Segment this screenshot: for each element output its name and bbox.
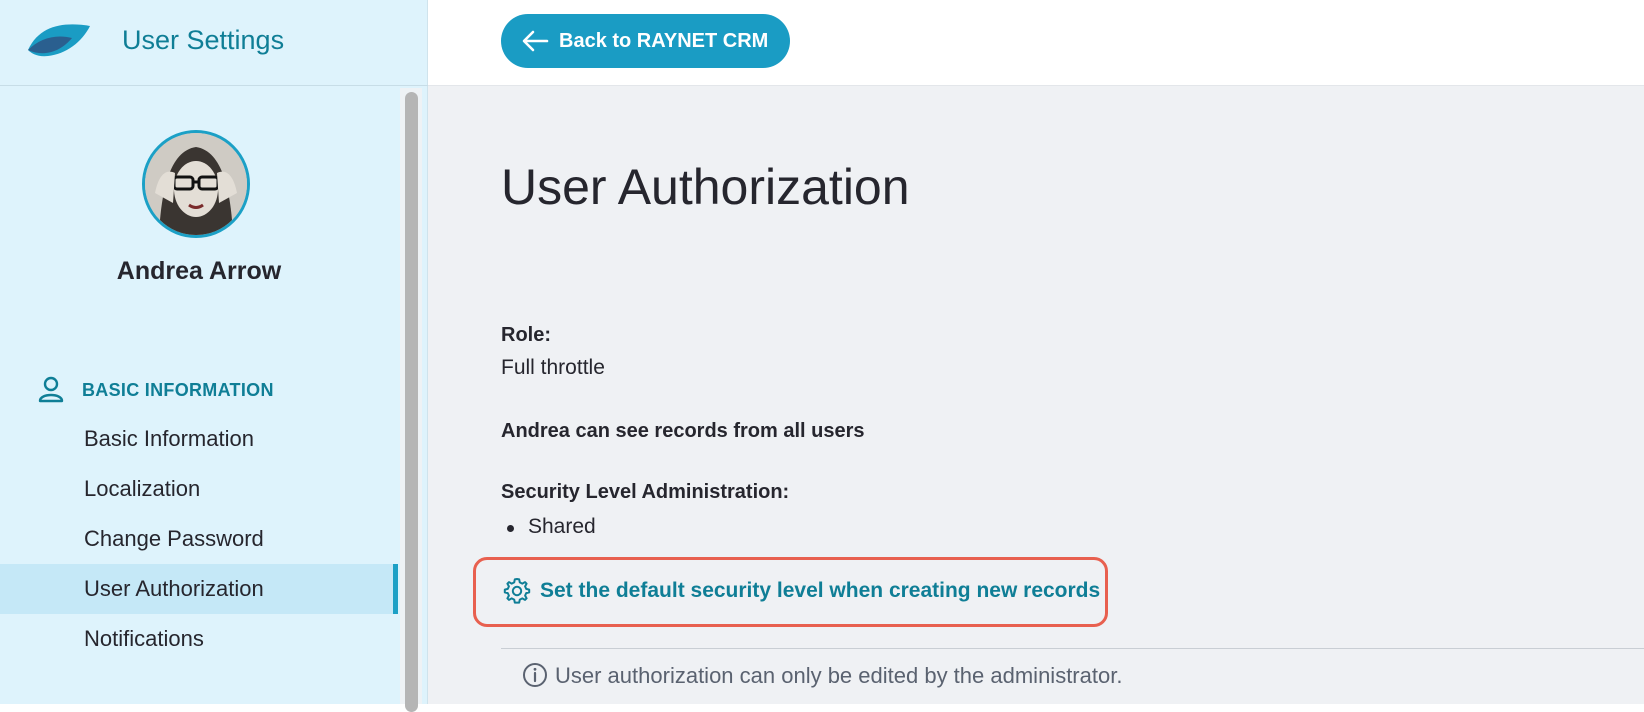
sidebar-item-change-password[interactable]: Change Password <box>0 514 398 564</box>
sidebar-item-notifications[interactable]: Notifications <box>0 614 398 664</box>
avatar[interactable] <box>142 130 250 238</box>
info-note-text: User authorization can only be edited by… <box>555 663 1123 688</box>
role-label: Role: <box>501 324 551 346</box>
user-avatar-icon <box>145 133 247 235</box>
back-button-label: Back to RAYNET CRM <box>559 30 769 52</box>
security-level-label: Security Level Administration: <box>501 481 790 503</box>
person-icon <box>38 376 64 403</box>
security-level-list: Shared <box>501 515 596 539</box>
default-security-link-label: Set the default security level when crea… <box>540 579 1101 602</box>
raynet-logo-icon[interactable] <box>26 20 92 60</box>
sidebar-header: User Settings <box>0 0 428 86</box>
role-value: Full throttle <box>501 356 605 379</box>
sidebar-nav: Basic Information Localization Change Pa… <box>0 414 398 664</box>
page-title: User Authorization <box>501 159 910 215</box>
sidebar-item-localization[interactable]: Localization <box>0 464 398 514</box>
gear-icon <box>503 578 531 604</box>
sidebar-item-basic-information[interactable]: Basic Information <box>0 414 398 464</box>
sidebar-scrollbar-thumb[interactable] <box>405 92 418 712</box>
back-to-crm-button[interactable]: Back to RAYNET CRM <box>501 14 790 68</box>
arrow-left-icon <box>522 30 549 52</box>
app-title: User Settings <box>122 25 285 55</box>
user-name: Andrea Arrow <box>116 257 282 285</box>
info-icon <box>523 663 547 687</box>
divider <box>501 648 1644 649</box>
sidebar-item-user-authorization[interactable]: User Authorization <box>0 564 398 614</box>
security-level-item: Shared <box>501 515 596 539</box>
section-title: BASIC INFORMATION <box>82 380 274 400</box>
sidebar: User Settings Andrea Arrow BASIC INFORMA… <box>0 0 428 712</box>
record-visibility-text: Andrea can see records from all users <box>501 420 865 442</box>
